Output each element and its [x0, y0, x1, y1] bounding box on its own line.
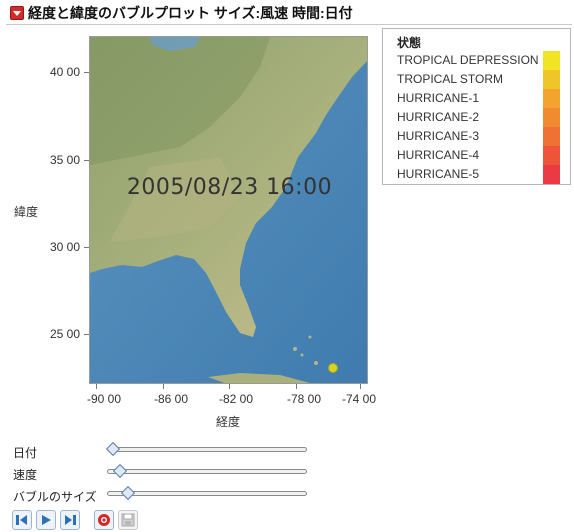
save-icon — [121, 513, 135, 527]
legend-item[interactable]: TROPICAL DEPRESSION — [397, 51, 539, 70]
date-slider[interactable] — [105, 441, 307, 457]
legend-item[interactable]: HURRICANE-3 — [397, 127, 479, 146]
basemap-image — [90, 37, 367, 383]
x-tick-mark — [296, 384, 297, 389]
animation-timestamp: 2005/08/23 16:00 — [126, 175, 333, 200]
step-back-icon — [16, 515, 27, 525]
y-tick-label: 30 00 — [49, 240, 80, 254]
record-icon — [98, 514, 110, 526]
legend-color-swatch — [543, 70, 560, 89]
x-tick-label: -78 00 — [286, 392, 322, 406]
date-slider-thumb[interactable] — [105, 441, 121, 457]
step-forward-button[interactable] — [60, 510, 80, 530]
legend-item[interactable]: HURRICANE-1 — [397, 89, 479, 108]
legend-color-swatch — [543, 108, 560, 127]
legend-item[interactable]: HURRICANE-4 — [397, 146, 479, 165]
step-forward-icon — [65, 515, 76, 525]
save-button[interactable] — [118, 510, 138, 530]
legend-color-swatch — [543, 146, 560, 165]
disclosure-triangle-icon — [13, 11, 21, 16]
bubble-size-slider[interactable] — [107, 485, 307, 501]
step-back-button[interactable] — [12, 510, 32, 530]
y-axis-label: 緯度 — [14, 205, 39, 219]
play-icon — [42, 515, 51, 525]
x-tick-label: -74 00 — [341, 392, 377, 406]
speed-slider-label: 速度 — [13, 468, 38, 482]
disclosure-menu-button[interactable] — [10, 6, 24, 20]
bubble-size-slider-thumb[interactable] — [120, 485, 135, 501]
record-button[interactable] — [94, 510, 114, 530]
speed-slider[interactable] — [107, 463, 307, 479]
play-button[interactable] — [36, 510, 56, 530]
map-plot-area[interactable]: 2005/08/23 16:00 — [89, 36, 368, 384]
y-tick-label: 35 00 — [49, 153, 80, 167]
legend-item[interactable]: HURRICANE-2 — [397, 108, 479, 127]
report-title: 経度と緯度のバブルプロット サイズ:風速 時間:日付 — [28, 5, 353, 21]
x-tick-mark — [360, 384, 361, 389]
x-tick-label: -86 00 — [153, 392, 189, 406]
legend-item[interactable]: TROPICAL STORM — [397, 70, 503, 89]
legend-color-swatch — [543, 127, 560, 146]
x-tick-mark — [163, 384, 164, 389]
legend-panel: 状態 TROPICAL DEPRESSION TROPICAL STORM HU… — [382, 28, 571, 185]
x-axis-label: 経度 — [216, 415, 241, 429]
date-slider-label: 日付 — [13, 446, 38, 460]
legend-title: 状態 — [397, 36, 422, 50]
x-tick-label: -90 00 — [86, 392, 122, 406]
legend-color-swatch — [543, 51, 560, 70]
x-tick-label: -82 00 — [218, 392, 254, 406]
report-title-bar: 経度と緯度のバブルプロット サイズ:風速 時間:日付 — [6, 2, 572, 25]
legend-color-swatch — [543, 89, 560, 108]
legend-color-swatch — [543, 165, 560, 184]
y-tick-label: 25 00 — [49, 327, 80, 341]
x-tick-mark — [229, 384, 230, 389]
bubble-size-slider-label: バブルのサイズ — [13, 490, 97, 504]
x-tick-mark — [96, 384, 97, 389]
legend-item[interactable]: HURRICANE-5 — [397, 165, 479, 184]
speed-slider-thumb[interactable] — [113, 463, 128, 479]
y-tick-label: 40 00 — [49, 65, 80, 79]
storm-bubble-marker[interactable] — [328, 363, 338, 373]
